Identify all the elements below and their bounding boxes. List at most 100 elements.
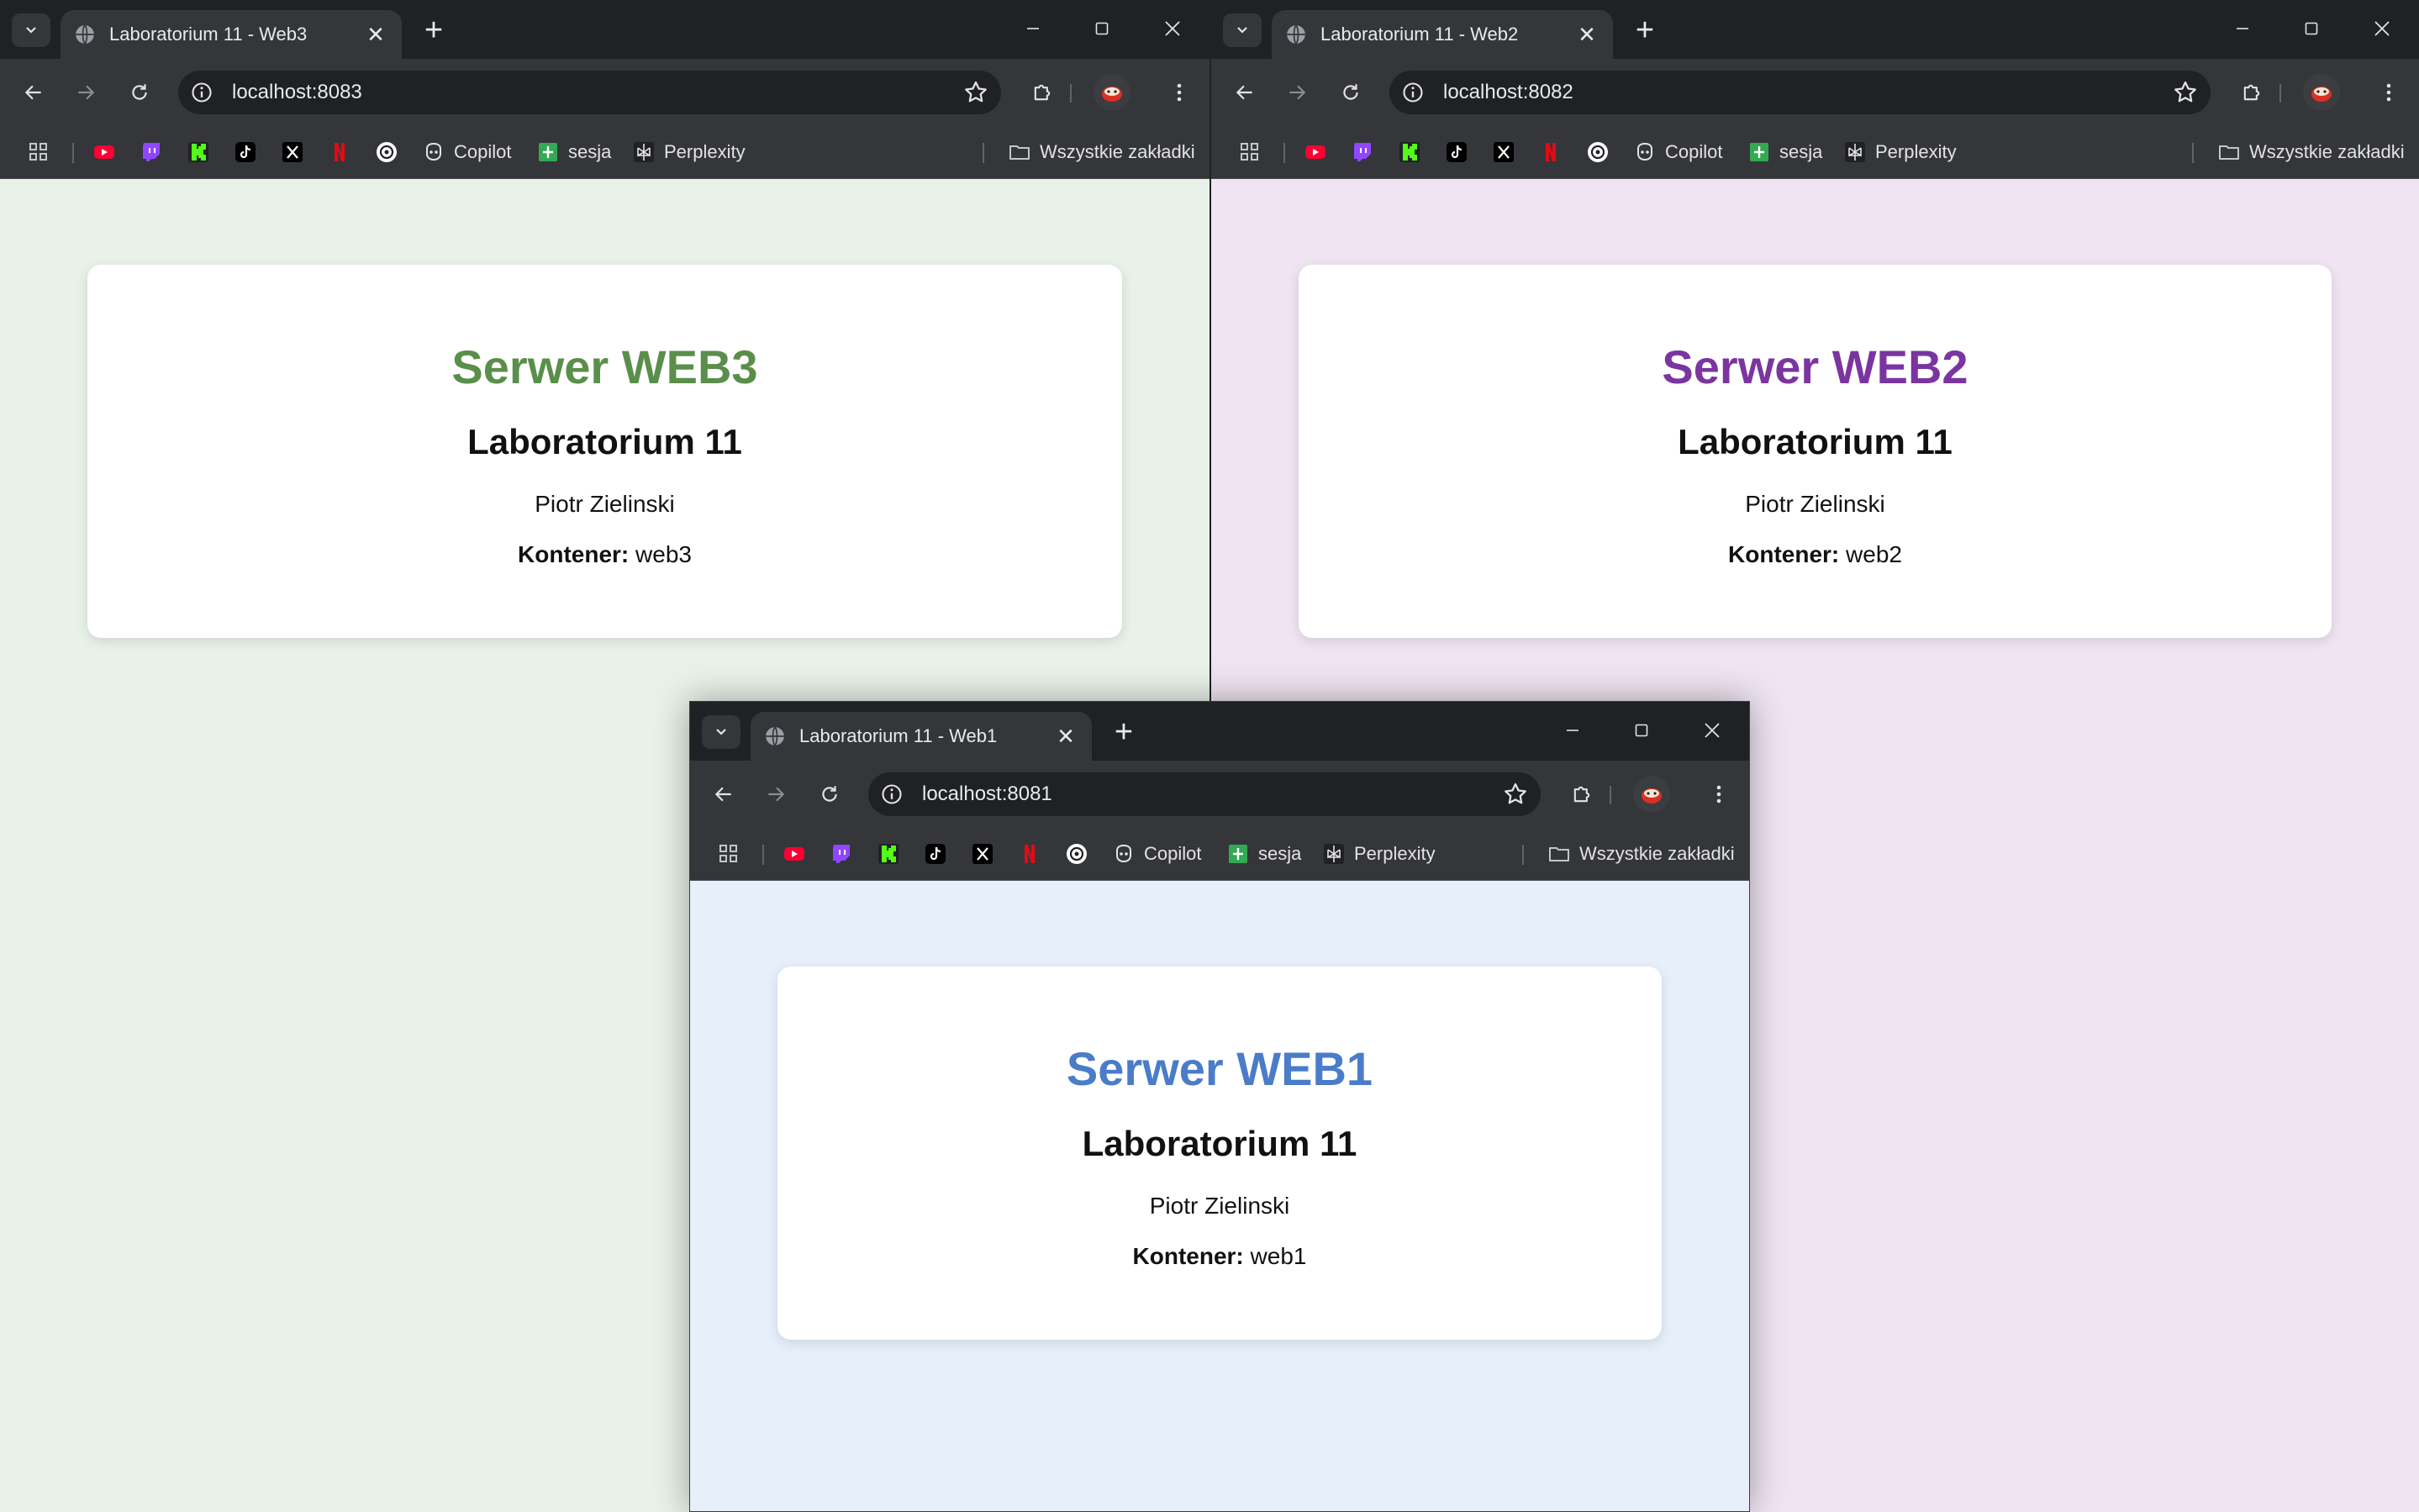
bookmark-tiktok[interactable]	[924, 842, 947, 866]
address-bar[interactable]: localhost:8081	[868, 772, 1541, 816]
bookmark-copilot[interactable]: Copilot	[1112, 842, 1201, 866]
bookmark-perplexity[interactable]: Perplexity	[1322, 842, 1436, 866]
browser-tab[interactable]: Laboratorium 11 - Web1 ✕	[751, 712, 1092, 761]
sheets-icon	[1750, 143, 1768, 161]
tab-title: Laboratorium 11 - Web1	[799, 725, 998, 746]
address-bar[interactable]: localhost:8082	[1389, 71, 2211, 114]
new-tab-button[interactable]: +	[1107, 715, 1141, 749]
close-window-icon[interactable]	[1154, 12, 1191, 45]
bookmark-label: Perplexity	[664, 141, 746, 162]
back-button[interactable]	[17, 76, 50, 109]
bookmark-youtube[interactable]	[1304, 140, 1327, 164]
bookmark-netflix[interactable]	[1018, 842, 1041, 866]
bookmark-sheets[interactable]: sesja	[1226, 842, 1301, 866]
bookmark-kick[interactable]	[877, 842, 900, 866]
profile-button[interactable]	[2303, 74, 2340, 111]
address-bar[interactable]: localhost:8083	[178, 71, 1001, 114]
site-info-icon[interactable]	[190, 81, 213, 104]
more-vert-icon	[1716, 785, 1721, 803]
tiktok-icon	[925, 844, 946, 864]
extensions-button[interactable]	[1025, 76, 1059, 109]
star-icon[interactable]	[962, 79, 989, 106]
all-bookmarks-folder[interactable]: Wszystkie zakładki	[1008, 140, 1195, 164]
toolbar-divider	[1610, 786, 1611, 804]
bookmark-sheets[interactable]: sesja	[536, 140, 611, 164]
profile-button[interactable]	[1633, 776, 1670, 813]
bookmark-kick[interactable]	[1398, 140, 1421, 164]
bookmark-twitch[interactable]	[830, 842, 853, 866]
star-icon[interactable]	[1502, 781, 1529, 808]
bookmark-youtube[interactable]	[783, 842, 806, 866]
browser-tab[interactable]: Laboratorium 11 - Web2 ✕	[1272, 10, 1613, 59]
reload-button[interactable]	[813, 777, 846, 811]
tab-search-button[interactable]	[1223, 13, 1262, 47]
browser-tab[interactable]: Laboratorium 11 - Web3 ✕	[61, 10, 402, 59]
url-text[interactable]: localhost:8081	[922, 782, 1052, 806]
close-tab-icon[interactable]: ✕	[1574, 22, 1599, 47]
all-bookmarks-folder[interactable]: Wszystkie zakładki	[1547, 842, 1735, 866]
tab-strip: Laboratorium 11 - Web2 ✕ +	[1211, 0, 2419, 59]
reload-button[interactable]	[123, 76, 156, 109]
maximize-icon[interactable]	[1083, 12, 1120, 45]
close-window-icon[interactable]	[2364, 12, 2401, 45]
new-tab-button[interactable]: +	[417, 13, 451, 47]
bookmark-chatgpt[interactable]	[1065, 842, 1088, 866]
bookmark-youtube[interactable]	[92, 140, 116, 164]
apps-button[interactable]	[27, 140, 50, 164]
url-text[interactable]: localhost:8082	[1443, 81, 1573, 104]
bookmark-label: Copilot	[454, 141, 512, 162]
bookmark-kick[interactable]	[187, 140, 210, 164]
minimize-icon[interactable]	[2224, 12, 2261, 45]
close-tab-icon[interactable]: ✕	[363, 22, 388, 47]
bookmark-tiktok[interactable]	[234, 140, 257, 164]
bookmark-x[interactable]	[281, 140, 304, 164]
back-button[interactable]	[1228, 76, 1262, 109]
bookmark-x[interactable]	[1492, 140, 1515, 164]
extensions-button[interactable]	[2235, 76, 2269, 109]
bookmark-chatgpt[interactable]	[1586, 140, 1610, 164]
twitch-icon	[143, 143, 160, 161]
maximize-icon[interactable]	[2293, 12, 2330, 45]
bookmark-netflix[interactable]	[1539, 140, 1563, 164]
profile-button[interactable]	[1094, 74, 1130, 111]
menu-button[interactable]	[1162, 76, 1196, 109]
bookmark-twitch[interactable]	[140, 140, 163, 164]
star-icon[interactable]	[2172, 79, 2199, 106]
forward-button[interactable]	[1280, 76, 1314, 109]
extensions-button[interactable]	[1565, 777, 1599, 811]
back-button[interactable]	[707, 777, 740, 811]
menu-button[interactable]	[1702, 777, 1736, 811]
reload-button[interactable]	[1334, 76, 1368, 109]
apps-button[interactable]	[717, 842, 740, 866]
tab-search-button[interactable]	[702, 715, 740, 749]
x-icon	[282, 142, 303, 162]
bookmark-copilot[interactable]: Copilot	[1633, 140, 1722, 164]
minimize-icon[interactable]	[1554, 714, 1591, 747]
all-bookmarks-folder[interactable]: Wszystkie zakładki	[2217, 140, 2405, 164]
apps-button[interactable]	[1238, 140, 1262, 164]
minimize-icon[interactable]	[1015, 12, 1051, 45]
bookmark-perplexity[interactable]: Perplexity	[632, 140, 746, 164]
browser-window-web1[interactable]: Laboratorium 11 - Web1 ✕ + localhost:808…	[689, 701, 1750, 1512]
site-info-icon[interactable]	[880, 782, 904, 806]
site-info-icon[interactable]	[1401, 81, 1425, 104]
bookmark-copilot[interactable]: Copilot	[422, 140, 511, 164]
bookmark-sheets[interactable]: sesja	[1747, 140, 1822, 164]
menu-button[interactable]	[2372, 76, 2406, 109]
forward-button[interactable]	[69, 76, 103, 109]
maximize-icon[interactable]	[1623, 714, 1660, 747]
bookmark-perplexity[interactable]: Perplexity	[1843, 140, 1957, 164]
bookmark-x[interactable]	[971, 842, 994, 866]
server-card: Serwer WEB3 Laboratorium 11 Piotr Zielin…	[87, 265, 1122, 638]
bookmark-tiktok[interactable]	[1445, 140, 1468, 164]
tab-search-button[interactable]	[12, 13, 50, 47]
bookmark-twitch[interactable]	[1351, 140, 1374, 164]
bookmark-netflix[interactable]	[328, 140, 351, 164]
bookmark-chatgpt[interactable]	[375, 140, 398, 164]
youtube-icon	[94, 145, 114, 159]
new-tab-button[interactable]: +	[1628, 13, 1662, 47]
close-window-icon[interactable]	[1694, 714, 1731, 747]
url-text[interactable]: localhost:8083	[232, 81, 362, 104]
close-tab-icon[interactable]: ✕	[1053, 724, 1078, 749]
forward-button[interactable]	[759, 777, 793, 811]
